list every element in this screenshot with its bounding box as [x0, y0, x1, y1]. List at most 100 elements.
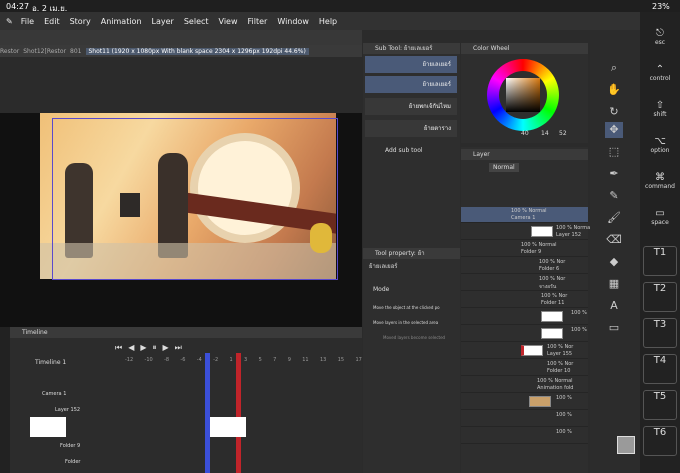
select-icon[interactable]: ⬚: [605, 144, 623, 160]
layer-row-animation[interactable]: 100 % Normal Animation fold: [461, 377, 588, 393]
subtool-item-3[interactable]: ย้ายพกเจ้กัน่ไหม: [365, 98, 457, 115]
zoom-icon[interactable]: ⌕: [605, 60, 623, 76]
command-bar: [0, 30, 362, 45]
subtool-item-2[interactable]: ย้ายเลเยอร์: [365, 76, 457, 93]
status-bar: 04:27 อ. 2 เม.ย. 23%: [0, 0, 680, 13]
frame-ruler: -12 -10 -8 -6 -4 -2 1 3 5 7 9 11 13 15 17: [125, 357, 362, 363]
t6-key[interactable]: T6: [643, 426, 677, 456]
hand-icon[interactable]: ✋: [605, 82, 623, 98]
menu-layer[interactable]: Layer: [152, 17, 174, 26]
subtool-item-4[interactable]: ย้ายตาราง: [365, 120, 457, 137]
mode-label: Mode: [373, 286, 390, 293]
layer-title: Layer: [461, 149, 588, 160]
fill-icon[interactable]: ◆: [605, 254, 623, 270]
frame-thumb: [210, 417, 246, 437]
layer-row-e[interactable]: 100 %: [461, 428, 588, 444]
menu-story[interactable]: Story: [70, 17, 91, 26]
option-become-selected[interactable]: Moved layers become selected: [383, 335, 445, 340]
menu-edit[interactable]: Edit: [44, 17, 60, 26]
layer-row-folder9[interactable]: 100 % Normal Folder 9: [461, 241, 588, 257]
tool-palette: ⌕ ✋ ↻ ✥ ⬚ ✒ ✎ 🖌 ⌫ ◆ ▦ A ▭: [590, 30, 640, 473]
playback-controls[interactable]: ⏮◀▶⏸▶⏭: [115, 343, 188, 353]
menu-filter[interactable]: Filter: [248, 17, 268, 26]
layer-row-c[interactable]: 100 %: [461, 394, 588, 410]
tool-property-panel: Tool property: ย้า ย้ายเลเยอร์ Mode Move…: [363, 248, 460, 473]
layer-row-camera[interactable]: 100 % Normal Camera 1: [461, 207, 588, 223]
rotate-icon[interactable]: ↻: [605, 104, 623, 120]
t5-key[interactable]: T5: [643, 390, 677, 420]
t3-key[interactable]: T3: [643, 318, 677, 348]
color-wheel-title: Color Wheel: [461, 43, 588, 54]
t2-key[interactable]: T2: [643, 282, 677, 312]
space-key[interactable]: ▭ space: [643, 208, 677, 238]
shift-key[interactable]: ⇧ shift: [643, 100, 677, 130]
timeline-title: Timeline: [10, 327, 362, 338]
color-value-2: 14: [541, 130, 549, 137]
subtool-item-1[interactable]: ย้ายเลเยอร์: [365, 56, 457, 73]
property-tool-name: ย้ายเลเยอร์: [369, 263, 398, 270]
track-camera[interactable]: Camera 1: [42, 391, 66, 397]
tab-801[interactable]: 801: [70, 48, 81, 55]
menu-animation[interactable]: Animation: [101, 17, 142, 26]
subtool-title: Sub Tool: ย้ายเลเยอร์: [363, 43, 460, 54]
move-icon[interactable]: ✥: [605, 122, 623, 138]
option-move-selected[interactable]: Move layers in the selected area: [373, 320, 458, 325]
track-layer152[interactable]: Layer 152: [55, 407, 80, 413]
text-icon[interactable]: A: [605, 298, 623, 314]
esc-key[interactable]: ⎋ esc: [643, 28, 677, 58]
property-title: Tool property: ย้า: [363, 248, 460, 259]
color-wheel-panel: Color Wheel 40 14 52: [461, 43, 588, 143]
menu-window[interactable]: Window: [277, 17, 309, 26]
layer-row-folder-th[interactable]: 100 % Nor จางอรัน: [461, 275, 588, 291]
eraser-icon[interactable]: ⌫: [605, 232, 623, 248]
saturation-square[interactable]: [506, 78, 540, 112]
layer-row-155[interactable]: 100 % Nor Layer 155: [461, 343, 588, 359]
track-folder9[interactable]: Folder 9: [60, 443, 80, 449]
playhead-marker[interactable]: [236, 353, 241, 473]
timeline-panel: Timeline Timeline 1 ⏮◀▶⏸▶⏭ -12 -10 -8 -6 -4-…: [10, 327, 362, 473]
layer-row-folder6[interactable]: 100 % Nor Folder 6: [461, 258, 588, 274]
tab-shot11[interactable]: Shot11 (1920 x 1080px With blank space 2…: [85, 47, 309, 55]
t1-key[interactable]: T1: [643, 246, 677, 276]
app-logo-icon[interactable]: ✎: [6, 17, 13, 26]
main-color-swatch[interactable]: [617, 436, 635, 454]
brush-icon[interactable]: 🖌: [605, 210, 623, 226]
tab-shot12[interactable]: Shot12[Restor: [23, 48, 66, 55]
menu-help[interactable]: Help: [319, 17, 337, 26]
track-folder[interactable]: Folder: [65, 459, 80, 465]
tab-restor[interactable]: Restor: [0, 48, 19, 55]
menu-view[interactable]: View: [219, 17, 238, 26]
color-value-3: 52: [559, 130, 567, 137]
timeline-name[interactable]: Timeline 1: [35, 359, 66, 366]
option-key[interactable]: ⌥ option: [643, 136, 677, 166]
left-edge: [0, 327, 10, 473]
document-tabs: Restor Shot12[Restor 801 Shot11 (1920 x …: [0, 45, 362, 57]
layer-row-folder11[interactable]: 100 % Nor Folder 11: [461, 292, 588, 308]
gradient-icon[interactable]: ▦: [605, 276, 623, 292]
layer-thumb: [30, 417, 66, 437]
eyedropper-icon[interactable]: ✒: [605, 166, 623, 182]
command-key[interactable]: ⌘ command: [643, 172, 677, 202]
layer-row-folder10[interactable]: 100 % Nor Folder 10: [461, 360, 588, 376]
layer-row-d[interactable]: 100 %: [461, 411, 588, 427]
status-time: 04:27: [6, 2, 30, 11]
menu-select[interactable]: Select: [184, 17, 209, 26]
menu-bar: ✎ File Edit Story Animation Layer Select…: [0, 12, 650, 30]
playhead-current[interactable]: [205, 353, 210, 473]
ruler-icon[interactable]: ▭: [605, 320, 623, 336]
modifier-keys: ⎋ esc ⌃ control ⇧ shift ⌥ option ⌘ command ▭ s…: [640, 12, 680, 473]
layer-panel: Layer Normal 100 % Normal Camera 1 100 % …: [461, 147, 592, 473]
t4-key[interactable]: T4: [643, 354, 677, 384]
battery-level: 23%: [652, 2, 670, 11]
add-subtool-button[interactable]: Add sub tool: [385, 147, 423, 154]
layer-row-b[interactable]: 100 %: [461, 326, 588, 342]
control-key[interactable]: ⌃ control: [643, 64, 677, 94]
subtool-panel: Sub Tool: ย้ายเลเยอร์ ย้ายเลเยอร์ ย้ายเล…: [363, 43, 460, 248]
option-move-clicked[interactable]: Move the object at the clicked po: [373, 305, 458, 310]
pen-icon[interactable]: ✎: [605, 188, 623, 204]
color-value-1: 40: [521, 130, 529, 137]
blend-mode-select[interactable]: Normal: [489, 163, 519, 172]
layer-row-a[interactable]: 100 %: [461, 309, 588, 325]
layer-row-152[interactable]: 100 % Normal Layer 152: [461, 224, 592, 240]
menu-file[interactable]: File: [21, 17, 34, 26]
